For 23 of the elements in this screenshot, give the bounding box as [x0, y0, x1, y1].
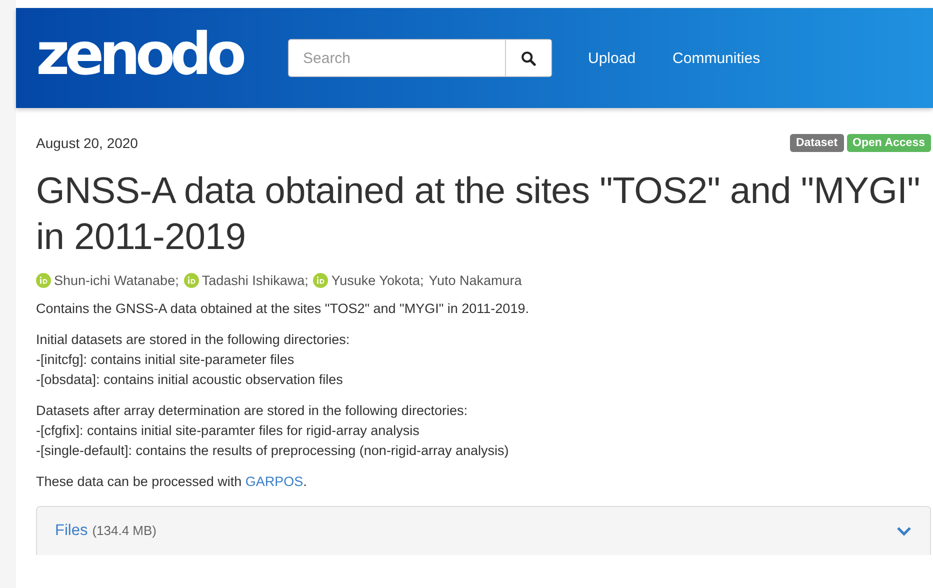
author-name[interactable]: Yuto Nakamura	[428, 273, 522, 288]
description-paragraph: Datasets after array determination are stored in the following directories: -[cfgfix]: contains initial site-paramter files for rigid-array analysis -[single-default]: contains the results of preprocessing (non-rigid-array analysis)	[36, 402, 510, 460]
author-name[interactable]: Shun-ichi Watanabe;	[54, 273, 179, 288]
publication-date: August 20, 2020	[36, 135, 138, 151]
garpos-link[interactable]: GARPOS	[245, 474, 304, 489]
description-paragraph: Initial datasets are stored in the following directories: -[initcfg]: contains initial site-parameter files -[obsdata]: contains initial acoustic observation files	[36, 331, 351, 389]
nav-link[interactable]: Communities	[672, 50, 760, 66]
record-title: GNSS-A data obtained at the sites "TOS2" and "MYGI" in 2011-2019	[36, 169, 921, 259]
description-paragraph: These data can be processed with GARPOS.	[36, 473, 308, 491]
author-name[interactable]: Tadashi Ishikawa;	[202, 273, 308, 288]
search-field[interactable]: Search	[288, 39, 552, 77]
search-button[interactable]	[505, 40, 551, 76]
search-input[interactable]: Search	[289, 40, 505, 76]
author-name[interactable]: Yusuke Yokota;	[331, 273, 424, 288]
record-badge: Open Access	[846, 134, 931, 152]
nav-link[interactable]: Upload	[588, 50, 636, 66]
search-icon	[521, 50, 536, 66]
description-paragraph: Contains the GNSS-A data obtained at the sites "TOS2" and "MYGI" in 2011-2019.	[36, 300, 530, 318]
files-panel[interactable]: Files (134.4 MB)	[36, 506, 931, 555]
files-label: Files	[55, 522, 88, 539]
record-badge: Dataset	[790, 134, 844, 152]
files-size: (134.4 MB)	[92, 523, 156, 538]
logo[interactable]: zenodo	[36, 25, 268, 83]
